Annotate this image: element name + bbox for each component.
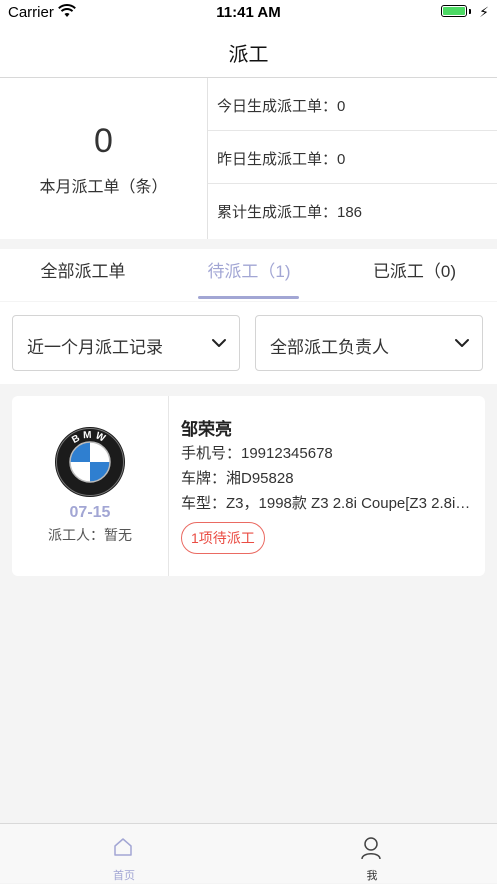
- active-tab-indicator: [198, 296, 299, 299]
- month-count-label: 本月派工单（条）: [39, 179, 168, 196]
- tabbar-home-label: 首页: [113, 870, 135, 882]
- user-icon: [361, 837, 381, 860]
- home-icon: [114, 838, 132, 856]
- today-stat: 今日生成派工单：0: [217, 98, 346, 115]
- customer-phone: 手机号：19912345678: [181, 445, 333, 462]
- month-summary: 0 本月派工单（条）: [0, 78, 208, 239]
- order-tabs: 全部派工单 待派工（1) 已派工（0): [0, 249, 497, 301]
- pending-dispatch-badge[interactable]: 1项待派工: [181, 522, 265, 554]
- customer-name: 邹荣亮: [181, 420, 232, 439]
- today-stat-row: 今日生成派工单：0: [208, 78, 497, 131]
- battery-icon: [441, 5, 467, 17]
- period-dropdown[interactable]: 近一个月派工记录: [12, 315, 240, 371]
- bmw-logo-icon: BMW: [55, 427, 125, 497]
- card-brand-panel: BMW 07-15 派工人：暂无: [12, 396, 169, 576]
- month-count: 0: [94, 122, 113, 160]
- bottom-tab-bar: 首页 我: [0, 823, 497, 883]
- dispatcher-label: 派工人：暂无: [48, 527, 132, 543]
- order-date: 07-15: [69, 504, 111, 521]
- owner-dropdown-label: 全部派工负责人: [270, 338, 389, 357]
- dispatch-summary: 0 本月派工单（条） 今日生成派工单：0 昨日生成派工单：0 累计生成派工单：1…: [0, 78, 497, 239]
- filter-bar: 近一个月派工记录 全部派工负责人: [0, 302, 497, 384]
- tab-pending[interactable]: 待派工（1): [166, 249, 332, 301]
- tabbar-home[interactable]: 首页: [0, 824, 248, 884]
- status-bar: Carrier 11:41 AM ⚡: [0, 0, 497, 26]
- tab-all-orders[interactable]: 全部派工单: [0, 249, 166, 301]
- tabbar-me[interactable]: 我: [248, 824, 496, 884]
- vehicle-model: 车型：Z3，1998款 Z3 2.8i Coupe[Z3 2.8i Coupe]: [181, 495, 471, 512]
- tab-dispatched[interactable]: 已派工（0): [332, 249, 497, 301]
- yesterday-stat-row: 昨日生成派工单：0: [208, 131, 497, 184]
- total-stat-row: 累计生成派工单：186: [208, 184, 497, 237]
- tabbar-me-label: 我: [366, 870, 378, 882]
- chevron-down-icon: [455, 339, 469, 347]
- battery-cap: [469, 9, 471, 14]
- card-details: 邹荣亮 手机号：19912345678 车牌：湘D95828 车型：Z3，199…: [181, 396, 477, 576]
- clock: 11:41 AM: [216, 4, 281, 21]
- charging-icon: ⚡: [479, 4, 489, 20]
- yesterday-stat: 昨日生成派工单：0: [217, 151, 346, 168]
- dispatch-order-card[interactable]: BMW 07-15 派工人：暂无 邹荣亮 手机号：19912345678 车牌：…: [12, 396, 485, 576]
- total-stat: 累计生成派工单：186: [217, 204, 363, 221]
- navigation-bar: 派工: [0, 26, 497, 78]
- page-title: 派工: [228, 44, 269, 66]
- owner-dropdown[interactable]: 全部派工负责人: [255, 315, 483, 371]
- period-dropdown-label: 近一个月派工记录: [27, 338, 163, 357]
- license-plate: 车牌：湘D95828: [181, 470, 294, 487]
- chevron-down-icon: [212, 339, 226, 347]
